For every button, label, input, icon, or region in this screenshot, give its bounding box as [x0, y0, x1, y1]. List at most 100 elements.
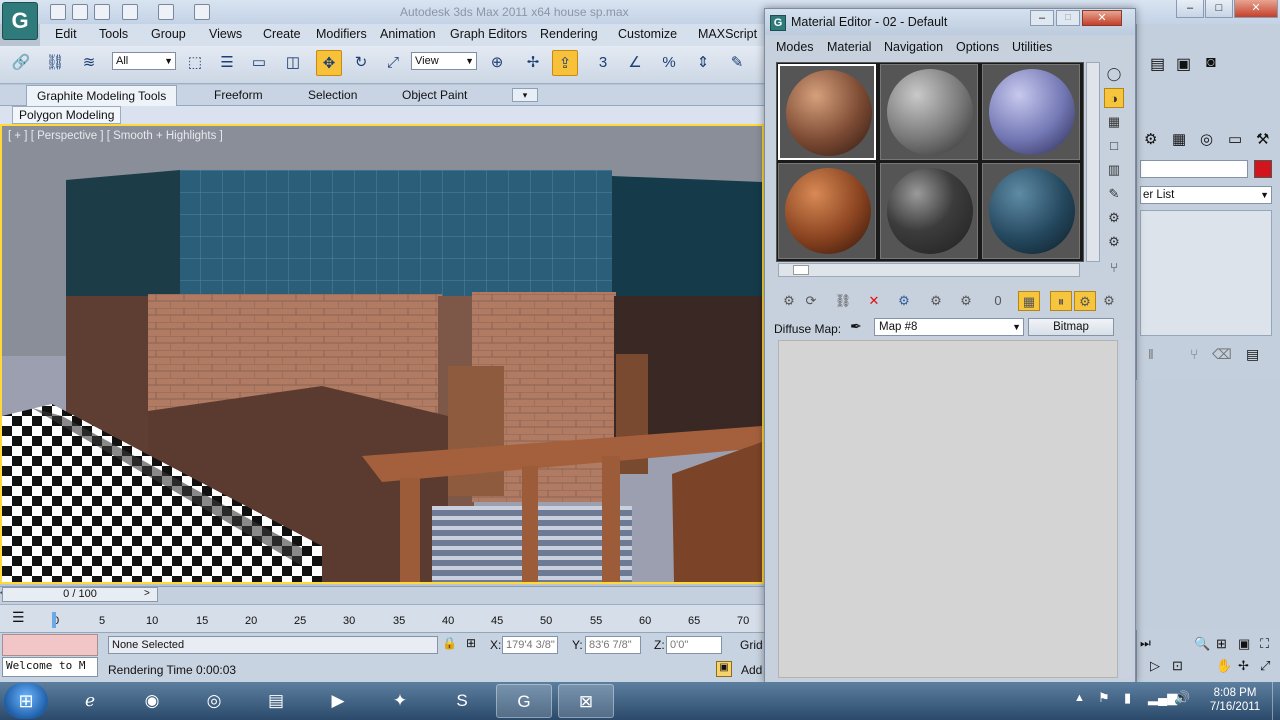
menu-views[interactable]: Views [209, 27, 242, 41]
file-explorer-icon[interactable]: ▤ [248, 684, 304, 718]
z-coordinate-field[interactable]: 0'0" [666, 636, 722, 654]
scrollbar-thumb[interactable] [793, 265, 809, 275]
backlight-icon[interactable]: ◑ [1104, 88, 1124, 108]
project-folder-icon[interactable] [194, 4, 210, 20]
render-setup-icon[interactable]: ▣ [1176, 54, 1191, 74]
slots-horizontal-scrollbar[interactable] [778, 263, 1080, 277]
menu-create[interactable]: Create [263, 27, 301, 41]
skype-icon[interactable]: S [434, 684, 490, 718]
app-logo[interactable]: G [2, 2, 38, 40]
menu-rendering[interactable]: Rendering [540, 27, 598, 41]
percent-snap-icon[interactable]: % [656, 50, 682, 76]
material-map-navigator-icon[interactable]: ⑂ [1104, 258, 1124, 278]
x-coordinate-field[interactable]: 179'4 3/8" [502, 636, 558, 654]
put-to-library-icon[interactable]: ⚙ [955, 291, 977, 311]
snaps-toggle-icon[interactable]: 3 [590, 50, 616, 76]
menu-animation[interactable]: Animation [380, 27, 436, 41]
pivot-point-icon[interactable]: ⊕ [484, 50, 510, 76]
new-file-icon[interactable] [50, 4, 66, 20]
configure-modifier-sets-icon[interactable]: ▤ [1246, 346, 1259, 363]
object-name-field[interactable] [1140, 160, 1248, 178]
modifier-list-dropdown[interactable]: er List ▼ [1140, 186, 1272, 204]
viewport-label[interactable]: [ + ] [ Perspective ] [ Smooth + Highlig… [8, 130, 223, 142]
menu-graph-editors[interactable]: Graph Editors [450, 27, 527, 41]
display-tab-icon[interactable]: ▭ [1228, 130, 1242, 148]
firefox-icon[interactable]: ◉ [124, 684, 180, 718]
start-button[interactable]: ⊞ [4, 683, 48, 719]
motion-tab-icon[interactable]: ◎ [1200, 130, 1213, 148]
rotate-icon[interactable]: ↻ [348, 50, 374, 76]
tab-selection[interactable]: Selection [298, 85, 367, 106]
internet-explorer-icon[interactable]: ℯ [62, 684, 118, 718]
zoom-extents-icon[interactable]: ▣ [1238, 636, 1250, 652]
make-unique-icon[interactable]: ⚙ [925, 291, 947, 311]
undo-icon[interactable] [122, 4, 138, 20]
sample-slot-5[interactable] [880, 163, 978, 259]
time-tag-icon[interactable]: ▣ [716, 661, 732, 677]
redo-icon[interactable] [158, 4, 174, 20]
remove-modifier-icon[interactable]: ⌫ [1212, 346, 1232, 363]
parameter-rollouts[interactable] [778, 340, 1118, 678]
sample-uv-tiling-icon[interactable]: □ [1104, 136, 1124, 156]
reference-coordinate-dropdown[interactable]: View ▼ [411, 52, 477, 70]
create-tab-icon[interactable]: ⚙ [1144, 130, 1157, 148]
background-checker-icon[interactable]: ▦ [1104, 112, 1124, 132]
maximize-button[interactable]: □ [1205, 0, 1233, 18]
orbit-icon[interactable]: ✢ [1238, 658, 1249, 674]
volume-icon[interactable]: 🔊 [1174, 690, 1190, 706]
show-hidden-icons-icon[interactable]: ▲ [1074, 692, 1085, 704]
minimize-button[interactable]: – [1176, 0, 1204, 18]
add-time-tag[interactable]: Add [741, 663, 762, 677]
battery-icon[interactable]: ▮ [1124, 690, 1131, 706]
zoom-all-icon[interactable]: ⊞ [1216, 636, 1227, 652]
sample-slot-4[interactable] [778, 163, 876, 259]
me-menu-navigation[interactable]: Navigation [884, 40, 943, 54]
select-and-manipulate-icon[interactable]: ✢ [520, 50, 546, 76]
maxscript-taskbar-icon[interactable]: ⊠ [558, 684, 614, 718]
me-minimize-button[interactable]: – [1030, 10, 1054, 26]
make-copy-icon[interactable]: ⚙ [893, 291, 915, 311]
open-file-icon[interactable] [72, 4, 88, 20]
menu-tools[interactable]: Tools [99, 27, 128, 41]
rollouts-scrollbar[interactable] [1120, 340, 1132, 678]
options-icon[interactable]: ⚙ [1104, 208, 1124, 228]
maxscript-mini-listener-pink[interactable] [2, 634, 98, 656]
pin-stack-icon[interactable]: ‖ [1148, 346, 1154, 362]
show-desktop-button[interactable] [1272, 682, 1280, 720]
y-coordinate-field[interactable]: 83'6 7/8" [585, 636, 641, 654]
absolute-mode-icon[interactable]: ⊞ [466, 636, 476, 650]
me-close-button[interactable]: ✕ [1082, 10, 1122, 26]
object-color-swatch[interactable] [1254, 160, 1272, 178]
zoom-extents-all-icon[interactable]: ⛶ [1260, 636, 1269, 652]
menu-edit[interactable]: Edit [55, 27, 77, 41]
chrome-icon[interactable]: ◎ [186, 684, 242, 718]
show-end-result-icon[interactable]: ⏸ [1050, 291, 1072, 311]
sample-slot-1[interactable] [778, 64, 876, 160]
window-crossing-icon[interactable]: ◫ [280, 50, 306, 76]
map-name-field[interactable]: Map #8 ▼ [874, 318, 1024, 336]
next-frame-icon[interactable]: > [144, 588, 154, 602]
media-player-icon[interactable]: ▶ [310, 684, 366, 718]
named-selection-icon[interactable]: ✎ [724, 50, 750, 76]
layer-manager-icon[interactable]: ▤ [1150, 54, 1165, 74]
map-type-button[interactable]: Bitmap [1028, 318, 1114, 336]
zoom-icon[interactable]: 🔍 [1194, 636, 1210, 652]
curve-editor-icon[interactable]: ☰ [12, 609, 25, 626]
field-of-view-icon[interactable]: ▷ [1150, 658, 1160, 674]
render-frame-icon[interactable]: ◙ [1206, 54, 1216, 72]
put-to-scene-icon[interactable]: ⟳ [800, 291, 822, 311]
close-button[interactable]: ✕ [1234, 0, 1278, 18]
sample-slot-2[interactable] [880, 64, 978, 160]
sample-slot-6[interactable] [982, 163, 1080, 259]
save-file-icon[interactable] [94, 4, 110, 20]
lock-icon[interactable]: 🔒 [442, 636, 457, 650]
me-maximize-button[interactable]: □ [1056, 10, 1080, 26]
modifier-stack[interactable] [1140, 210, 1272, 336]
selection-filter-dropdown[interactable]: All ▼ [112, 52, 176, 70]
go-to-end-icon[interactable]: ⏭ [1140, 636, 1151, 651]
go-to-parent-icon[interactable]: ⚙ [1074, 291, 1096, 311]
sample-slot-3[interactable] [982, 64, 1080, 160]
3ds-max-taskbar-icon[interactable]: G [496, 684, 552, 718]
reset-map-icon[interactable]: ✕ [863, 291, 885, 311]
make-preview-icon[interactable]: ✎ [1104, 184, 1124, 204]
